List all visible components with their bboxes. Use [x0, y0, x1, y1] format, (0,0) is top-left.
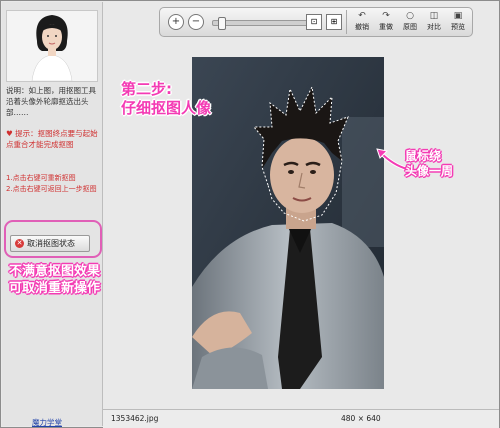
zoom-out-icon[interactable]: −: [188, 14, 204, 30]
toolbar-divider: [346, 10, 347, 34]
app-window: 说明：如上图，用抠图工具沿着头像外轮廓抠选出头部…… ♥ 提示：抠图终点要与起始…: [0, 0, 500, 428]
original-label: 原图: [403, 23, 417, 31]
zoom-in-icon[interactable]: +: [168, 14, 184, 30]
step-two-line: 仔细抠图人像: [121, 99, 212, 117]
compare-icon: ◫: [429, 11, 439, 21]
undo-hint-line: 不满意抠图效果: [9, 264, 101, 279]
description-text: 说明：如上图，用抠图工具沿着头像外轮廓抠选出头部……: [6, 86, 96, 117]
undo-label: 撤销: [355, 23, 369, 31]
academy-link[interactable]: 魔力学堂: [32, 417, 62, 428]
cancel-cutout-button[interactable]: ✕ 取消抠图状态: [10, 235, 90, 252]
redo-icon: ↷: [382, 11, 390, 21]
original-icon: ○: [406, 11, 414, 21]
undo-icon: ↶: [358, 11, 366, 21]
mouse-hint-annotation: 鼠标绕 头像一周: [405, 149, 453, 179]
heart-icon: ♥: [6, 129, 16, 138]
tip-text: ♥ 提示：抠图终点要与起始点重合才能完成抠图: [6, 128, 100, 150]
zoom-slider[interactable]: [212, 17, 320, 30]
compare-button[interactable]: ◫ 对比: [422, 9, 446, 35]
zoom-slider-knob[interactable]: [217, 17, 226, 30]
redo-label: 重做: [379, 23, 393, 31]
step-two-annotation: 第二步: 仔细抠图人像: [121, 80, 211, 118]
undo-hint-line: 可取消重新操作: [9, 281, 101, 296]
toolbar: + − ⊡ ⊞ ↶ 撤销 ↷ 重做 ○ 原图 ◫ 对比 ▣ 预览: [159, 7, 473, 37]
cancel-label: 取消抠图状态: [27, 239, 75, 248]
portrait-thumbnail: [6, 10, 98, 82]
steps-list: 1.点击右键可重新抠图 2.点击右键可返回上一步抠图: [6, 173, 100, 195]
photo[interactable]: [192, 57, 384, 389]
fit-screen-icon[interactable]: ⊡: [306, 14, 322, 30]
step-item: 2.点击右键可返回上一步抠图: [6, 185, 97, 193]
preview-button[interactable]: ▣ 预览: [446, 9, 470, 35]
file-name: 1353462.jpg: [111, 414, 159, 423]
preview-icon: ▣: [453, 11, 463, 21]
left-panel: 说明：如上图，用抠图工具沿着头像外轮廓抠选出头部…… ♥ 提示：抠图终点要与起始…: [2, 2, 103, 428]
cancel-icon: ✕: [15, 239, 24, 248]
status-bar: 1353462.jpg 480 × 640: [103, 409, 499, 428]
compare-label: 对比: [427, 23, 441, 31]
pointer-arrow-icon: [376, 148, 408, 171]
undo-button[interactable]: ↶ 撤销: [350, 9, 374, 35]
undo-hint-annotation: 不满意抠图效果 可取消重新操作: [9, 263, 100, 297]
tip-label: 提示：抠图终点要与起始点重合才能完成抠图: [6, 129, 98, 149]
original-button[interactable]: ○ 原图: [398, 9, 422, 35]
mouse-hint-line: 鼠标绕: [405, 149, 442, 163]
actual-size-icon[interactable]: ⊞: [326, 14, 342, 30]
redo-button[interactable]: ↷ 重做: [374, 9, 398, 35]
preview-label: 预览: [451, 23, 465, 31]
mouse-hint-line: 头像一周: [405, 164, 454, 178]
step-two-line: 第二步:: [121, 80, 172, 98]
step-item: 1.点击右键可重新抠图: [6, 174, 76, 182]
image-dimensions: 480 × 640: [341, 414, 381, 423]
